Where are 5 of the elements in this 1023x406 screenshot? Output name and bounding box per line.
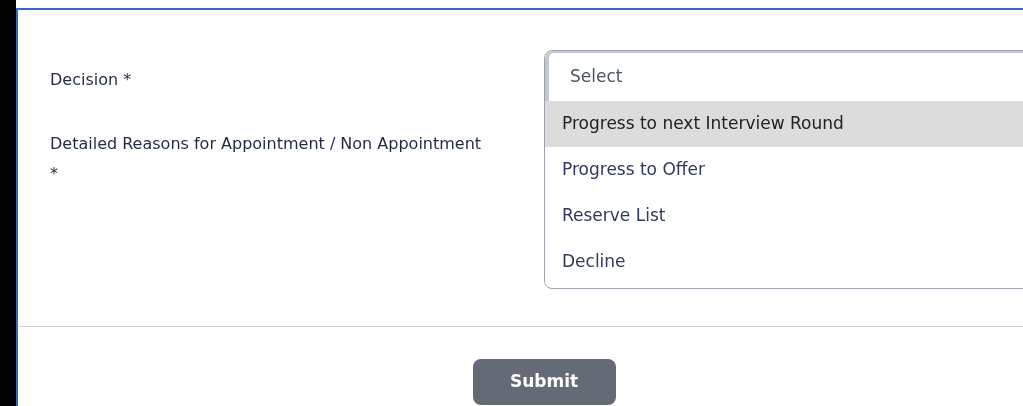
field-label: Detailed Reasons for Appointment / Non Appointment * — [50, 133, 483, 185]
dropdown-option[interactable]: Progress to next Interview Round — [545, 101, 1023, 147]
field-label: Decision * — [50, 69, 133, 91]
submit-button[interactable]: Submit — [472, 359, 616, 405]
dropdown-menu[interactable]: Select Progress to next Interview Round Progress to Offer Reserve List Decline — [544, 50, 1023, 289]
